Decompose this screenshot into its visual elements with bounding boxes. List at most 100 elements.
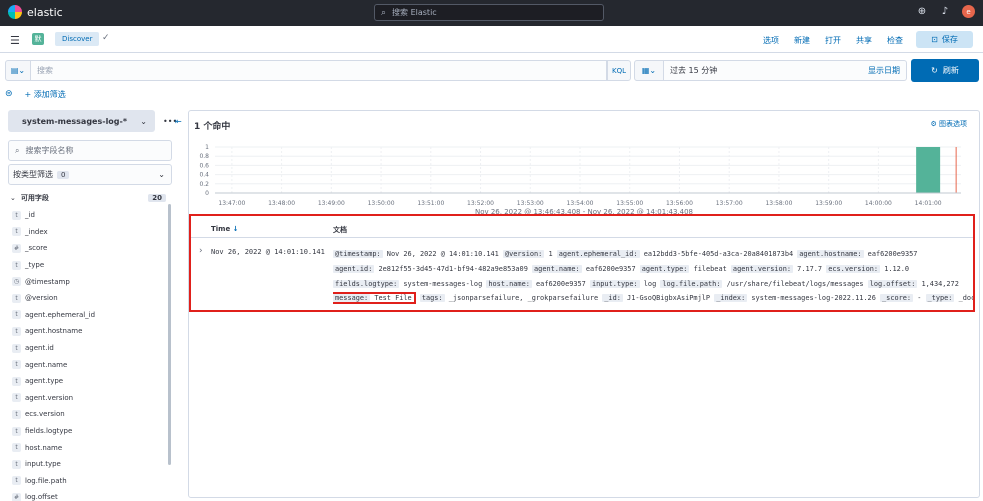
notifications-icon[interactable]: ♪ [939, 6, 951, 17]
document-line: fields.logtype: system-messages-log host… [333, 277, 973, 292]
field-item[interactable]: t host.name [12, 439, 168, 456]
save-button[interactable]: ⊡ 保存 [916, 31, 973, 48]
global-header: elastic ⌕ 搜索 Elastic ⊕ ♪ e [0, 0, 983, 26]
inspect-link[interactable]: 检查 [887, 35, 903, 46]
field-key: log.file.path: [660, 279, 723, 288]
field-item[interactable]: t agent.type [12, 373, 168, 390]
field-value: log [643, 279, 657, 288]
x-tick-label: 13:50:00 [368, 200, 395, 207]
document-table: Time ↓ 文档 › Nov 26, 2022 @ 14:01:10.141 … [189, 214, 975, 312]
field-item[interactable]: t agent.version [12, 390, 168, 407]
time-range-picker[interactable]: 过去 15 分钟 显示日期 [664, 60, 907, 81]
string-type-icon: t [12, 360, 21, 370]
field-item[interactable]: t agent.hostname [12, 323, 168, 340]
field-item[interactable]: t fields.logtype [12, 423, 168, 440]
document-line: agent.id: 2e812f55-3d45-47d1-bf94-482a9e… [333, 262, 973, 277]
field-value: _jsonparsefailure, _grokparsefailure [448, 294, 599, 303]
field-key: agent.type: [639, 264, 690, 273]
field-key: log.offset: [867, 279, 918, 288]
field-name: @version [25, 294, 58, 303]
elastic-logo-icon [8, 5, 22, 19]
chevron-down-icon: ⌄ [158, 170, 165, 179]
chevron-down-icon: ⌄ [140, 116, 147, 126]
saved-query-button[interactable]: ▤⌄ [5, 60, 31, 81]
filter-options-icon[interactable]: ⊜ [5, 89, 13, 99]
string-type-icon: t [12, 409, 21, 419]
string-type-icon: t [12, 376, 21, 386]
field-item[interactable]: t @version [12, 290, 168, 307]
field-key: _index: [714, 294, 748, 303]
field-key: fields.logtype: [333, 279, 400, 288]
field-item[interactable]: t _index [12, 224, 168, 241]
x-tick-label: 13:49:00 [318, 200, 345, 207]
field-value: Nov 26, 2022 @ 14:01:10.141 [386, 250, 499, 258]
space-badge[interactable]: 默 [32, 33, 44, 45]
refresh-button[interactable]: ↻ 刷新 [911, 59, 979, 82]
elastic-logo[interactable]: elastic [8, 5, 63, 19]
query-input[interactable]: 搜索 [31, 60, 607, 81]
menu-icon[interactable]: ☰ [10, 34, 20, 47]
field-item[interactable]: t log.file.path [12, 473, 168, 490]
field-key: ecs.version: [826, 264, 881, 273]
available-fields-header[interactable]: ⌄ 可用字段 20 [10, 192, 168, 204]
number-type-icon: # [12, 492, 21, 501]
global-search-input[interactable]: ⌕ 搜索 Elastic [374, 4, 604, 21]
string-type-icon: t [12, 260, 21, 270]
open-link[interactable]: 打开 [825, 35, 841, 46]
field-item[interactable]: t agent.name [12, 356, 168, 373]
field-item[interactable]: t ecs.version [12, 406, 168, 423]
field-name: @timestamp [25, 277, 70, 286]
date-type-icon: ◷ [12, 277, 21, 287]
index-pattern-selector[interactable]: system-messages-log-* ⌄ [8, 110, 155, 132]
histogram-bar[interactable] [916, 147, 941, 193]
query-language-button[interactable]: KQL [607, 60, 631, 81]
collapse-sidebar-icon[interactable]: ⇤ [175, 117, 182, 126]
filter-by-type-button[interactable]: 按类型筛选 0 ⌄ [8, 164, 172, 185]
new-link[interactable]: 新建 [794, 35, 810, 46]
string-type-icon: t [12, 476, 21, 486]
field-item[interactable]: t input.type [12, 456, 168, 473]
help-icon[interactable]: ⊕ [916, 6, 928, 17]
field-item[interactable]: # _score [12, 240, 168, 257]
share-link[interactable]: 共享 [856, 35, 872, 46]
field-item[interactable]: t agent.id [12, 340, 168, 357]
field-value-pair: message: Test File [333, 292, 416, 305]
options-link[interactable]: 选项 [763, 35, 779, 46]
field-search-input[interactable]: ⌕ 搜索字段名称 [8, 140, 172, 161]
sort-down-icon[interactable]: ↓ [233, 225, 239, 233]
field-item[interactable]: # log.offset [12, 489, 168, 501]
field-value: filebeat [693, 264, 727, 273]
field-value-pair: @timestamp: Nov 26, 2022 @ 14:01:10.141 [333, 250, 499, 258]
field-name: agent.id [25, 344, 54, 353]
field-value: _doc [958, 294, 973, 303]
field-item[interactable]: t _type [12, 257, 168, 274]
field-value-pair: ecs.version: 1.12.0 [826, 264, 909, 273]
field-value-pair: _index: system-messages-log-2022.11.26 [714, 294, 876, 303]
time-column-header[interactable]: Time ↓ [211, 225, 239, 233]
date-quick-select-button[interactable]: ▦⌄ [634, 60, 664, 81]
field-value: /usr/share/filebeat/logs/messages [726, 279, 864, 288]
expand-row-icon[interactable]: › [199, 246, 203, 256]
chart-options-button[interactable]: ⚙ 图表选项 [930, 119, 967, 129]
brand-name: elastic [27, 5, 63, 19]
field-value: Test File [374, 294, 412, 303]
sidebar-scrollbar[interactable] [168, 204, 171, 465]
field-item[interactable]: ◷ @timestamp [12, 273, 168, 290]
show-dates-link[interactable]: 显示日期 [868, 65, 900, 76]
filter-by-type-label: 按类型筛选 [13, 170, 53, 179]
x-tick-label: 13:48:00 [268, 200, 295, 207]
field-item[interactable]: t agent.ephemeral_id [12, 307, 168, 324]
field-value: system-messages-log-2022.11.26 [751, 294, 876, 303]
field-item[interactable]: t _id [12, 207, 168, 224]
add-filter-button[interactable]: + 添加筛选 [25, 89, 66, 100]
x-tick-label: 13:56:00 [666, 200, 693, 207]
string-type-icon: t [12, 459, 21, 469]
field-key: agent.hostname: [797, 250, 864, 258]
field-value-pair: tags: _jsonparsefailure, _grokparsefailu… [419, 294, 599, 303]
available-fields-label: 可用字段 [20, 194, 49, 202]
calendar-icon: ▦⌄ [641, 66, 657, 75]
breadcrumb[interactable]: Discover [55, 32, 100, 46]
avatar[interactable]: e [962, 5, 975, 18]
field-name: log.file.path [25, 476, 67, 485]
row-timestamp: Nov 26, 2022 @ 14:01:10.141 [211, 248, 325, 256]
